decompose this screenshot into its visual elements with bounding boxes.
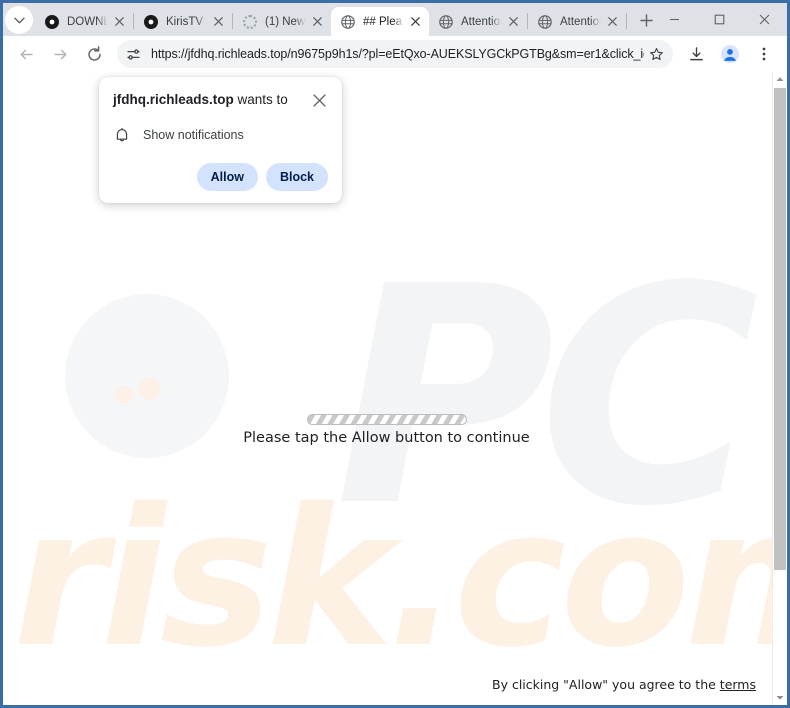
chevron-down-icon (776, 696, 784, 700)
close-icon (410, 17, 420, 26)
bookmark-button[interactable] (644, 42, 668, 66)
tab-4[interactable]: Attention (429, 7, 527, 36)
downloads-button[interactable] (682, 40, 710, 68)
close-window-button[interactable] (742, 3, 787, 36)
globe-icon (537, 14, 553, 30)
tab-title: Attention (560, 15, 602, 28)
tab-title: ## Please (363, 15, 405, 28)
close-icon (312, 17, 322, 26)
tab-separator (626, 13, 627, 29)
footer-text: By clicking "Allow" you agree to the (492, 677, 720, 692)
magnifying-glass-icon (65, 294, 229, 504)
dialog-title: jfdhq.richleads.top wants to (113, 91, 296, 108)
site-settings-button[interactable] (122, 43, 144, 65)
dialog-origin: jfdhq.richleads.top (113, 92, 234, 107)
forward-arrow-icon (53, 49, 66, 59)
browser-menu-button[interactable] (750, 40, 778, 68)
bell-icon (113, 126, 131, 144)
maximize-button[interactable] (697, 3, 742, 36)
dialog-actions: Allow Block (113, 163, 328, 191)
tab-close-button[interactable] (309, 14, 325, 30)
close-icon (213, 17, 223, 26)
page-scrollbar[interactable] (772, 72, 787, 705)
reload-icon (87, 45, 101, 61)
url-text: https://jfdhq.richleads.top/n9675p9h1s/?… (151, 47, 644, 61)
tab-title: KirisTV Do (166, 15, 208, 28)
reload-button[interactable] (80, 40, 108, 68)
dialog-header: jfdhq.richleads.top wants to (113, 91, 328, 109)
tab-close-button[interactable] (407, 14, 423, 30)
page-headline: Please tap the Allow button to continue (243, 430, 530, 446)
maximize-icon (714, 14, 725, 25)
permission-item-notifications: Show notifications (113, 126, 328, 144)
plus-icon (639, 13, 653, 27)
tune-sliders-icon (126, 48, 140, 60)
minimize-icon (670, 18, 679, 21)
page-main-content: Please tap the Allow button to continue (3, 414, 770, 446)
tab-strip: DOWNLOA KirisTV Do (1) New M (3, 3, 787, 36)
three-dot-menu-icon (762, 47, 766, 61)
loading-spinner-icon (242, 14, 258, 30)
star-icon (649, 47, 663, 60)
minimize-button[interactable] (652, 3, 697, 36)
chevron-up-icon (776, 77, 784, 81)
browser-window: DOWNLOA KirisTV Do (1) New M (0, 0, 790, 708)
close-icon (759, 14, 770, 25)
tab-title: (1) New M (265, 15, 307, 28)
notification-permission-dialog: jfdhq.richleads.top wants to Show notifi… (99, 77, 342, 203)
record-icon (143, 14, 159, 30)
close-icon (313, 94, 326, 107)
tab-close-button[interactable] (111, 14, 127, 30)
chevron-down-icon (13, 17, 25, 23)
page-viewport: PC risk.com Please tap the Allow button … (3, 72, 787, 705)
block-button[interactable]: Block (265, 163, 328, 191)
scroll-up-button[interactable] (773, 72, 787, 86)
tab-title: Attention (461, 15, 503, 28)
allow-button[interactable]: Allow (196, 163, 258, 191)
dialog-wants-to: wants to (233, 92, 288, 107)
profile-avatar-icon (721, 45, 739, 63)
permission-label: Show notifications (143, 128, 244, 142)
dialog-close-button[interactable] (311, 92, 328, 109)
close-icon (114, 17, 124, 26)
back-arrow-icon (20, 49, 33, 59)
back-button[interactable] (12, 40, 40, 68)
tab-5[interactable]: Attention (528, 7, 626, 36)
terms-link[interactable]: terms (720, 677, 756, 692)
tab-close-button[interactable] (505, 14, 521, 30)
tab-3-active[interactable]: ## Please (331, 7, 429, 36)
close-icon (607, 17, 617, 26)
address-bar[interactable]: https://jfdhq.richleads.top/n9675p9h1s/?… (117, 40, 673, 68)
forward-button[interactable] (46, 40, 74, 68)
tab-search-button[interactable] (5, 6, 33, 34)
record-icon (44, 14, 60, 30)
scrollbar-thumb[interactable] (774, 88, 786, 570)
tab-1[interactable]: KirisTV Do (134, 7, 232, 36)
window-controls (652, 3, 787, 36)
scroll-down-button[interactable] (773, 691, 787, 705)
browser-toolbar: https://jfdhq.richleads.top/n9675p9h1s/?… (3, 36, 787, 72)
tab-0[interactable]: DOWNLOA (35, 7, 133, 36)
tab-close-button[interactable] (210, 14, 226, 30)
globe-icon (340, 14, 356, 30)
tab-2[interactable]: (1) New M (233, 7, 331, 36)
close-icon (508, 17, 518, 26)
profile-button[interactable] (716, 40, 744, 68)
page-footer-terms: By clicking "Allow" you agree to the ter… (492, 677, 756, 692)
globe-icon (438, 14, 454, 30)
tab-title: DOWNLOA (67, 15, 109, 28)
watermark-risk-text: risk.com (13, 468, 787, 689)
tab-close-button[interactable] (604, 14, 620, 30)
download-icon (689, 46, 703, 60)
loading-progress-bar (306, 414, 467, 425)
watermark-pc-text: PC (335, 223, 759, 572)
